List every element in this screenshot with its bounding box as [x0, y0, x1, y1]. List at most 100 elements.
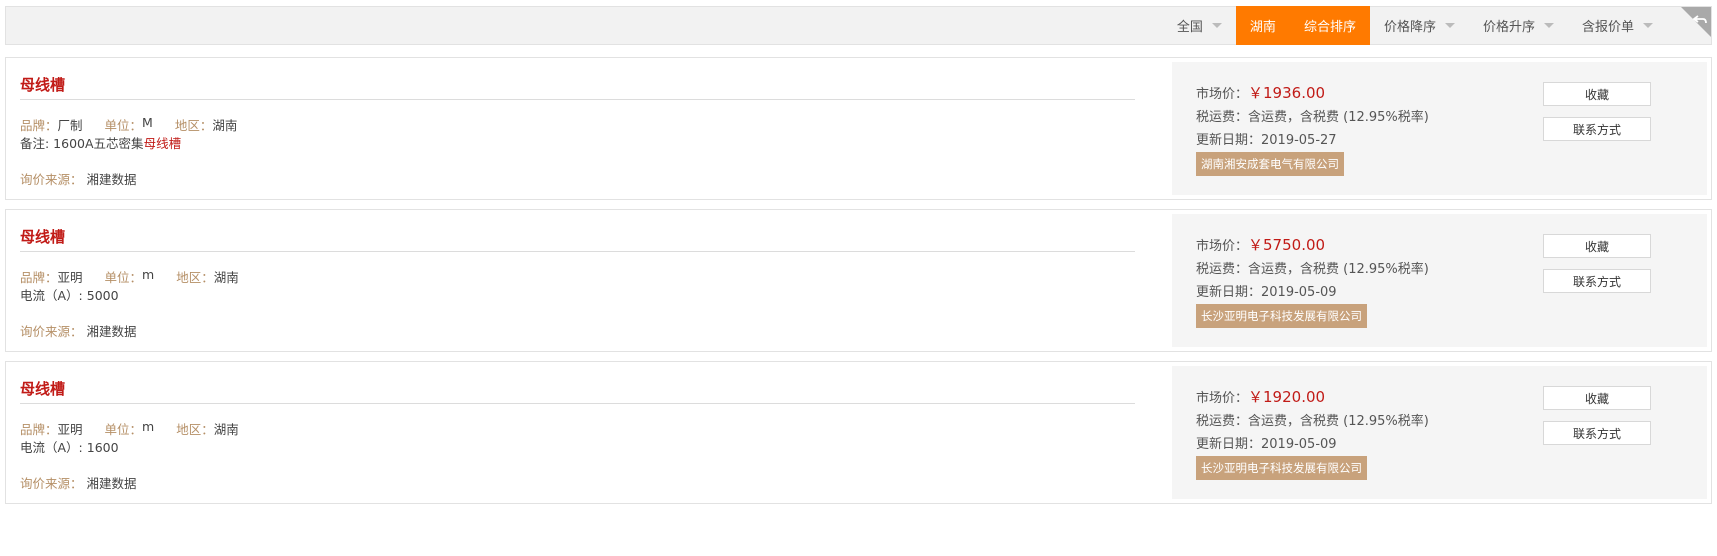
- brand-value: 亚明: [57, 270, 83, 285]
- updated-label: 更新日期：: [1196, 285, 1262, 300]
- shipping-tax-label: 税运费：: [1196, 414, 1249, 429]
- updated-label: 更新日期：: [1196, 437, 1262, 452]
- note-text: 电流（A）: 5000: [20, 288, 119, 303]
- source-value: 湘建数据: [86, 324, 137, 339]
- supplier-badge[interactable]: 湖南湘安成套电气有限公司: [1196, 152, 1344, 176]
- favorite-button[interactable]: 收藏: [1543, 234, 1651, 258]
- region-value: 湖南: [212, 118, 238, 133]
- brand-value: 亚明: [57, 422, 83, 437]
- filter-region-hunan[interactable]: 湖南: [1235, 6, 1290, 45]
- brand-value: 厂制: [57, 118, 83, 133]
- filter-label: 含报价单: [1581, 20, 1634, 35]
- filter-label: 湖南: [1249, 20, 1276, 35]
- unit-label: 单位：: [104, 118, 143, 133]
- shipping-tax-value: 含运费，含税费 (12.95%税率): [1248, 262, 1429, 277]
- filter-label: 综合排序: [1303, 20, 1356, 35]
- unit-label: 单位：: [104, 422, 143, 437]
- updated-value: 2019-05-09: [1261, 437, 1337, 452]
- region-value: 湖南: [213, 422, 239, 437]
- favorite-button[interactable]: 收藏: [1543, 82, 1651, 106]
- source-label: 询价来源：: [20, 324, 83, 339]
- filter-bar: 全国 湖南 综合排序 价格降序 价格升序 含报价单: [5, 6, 1712, 45]
- unit-value: m: [142, 419, 155, 434]
- market-price-label: 市场价：: [1196, 391, 1249, 406]
- favorite-button[interactable]: 收藏: [1543, 386, 1651, 410]
- back-arrow-icon[interactable]: [1681, 7, 1711, 37]
- sort-comprehensive[interactable]: 综合排序: [1289, 6, 1370, 45]
- market-price-value: ￥1920.00: [1248, 388, 1326, 406]
- brand-label: 品牌：: [20, 270, 58, 285]
- market-price-row: 市场价：￥1936.00: [1196, 82, 1325, 103]
- source-value: 湘建数据: [86, 476, 137, 491]
- shipping-tax-row: 税运费：含运费，含税费 (12.95%税率): [1196, 410, 1429, 429]
- price-panel: 市场价：￥1920.00 税运费：含运费，含税费 (12.95%税率) 更新日期…: [1172, 366, 1707, 499]
- filter-label: 价格升序: [1482, 20, 1535, 35]
- divider: [20, 251, 1135, 252]
- shipping-tax-value: 含运费，含税费 (12.95%税率): [1248, 414, 1429, 429]
- inquiry-source: 询价来源： 湘建数据: [20, 169, 137, 188]
- filter-options: 全国 湖南 综合排序 价格降序 价格升序 含报价单: [1163, 6, 1667, 45]
- unit-value: m: [142, 267, 155, 282]
- contact-button[interactable]: 联系方式: [1543, 117, 1651, 141]
- product-name[interactable]: 母线槽: [20, 226, 65, 247]
- unit-value: M: [142, 115, 153, 130]
- filter-label: 全国: [1176, 20, 1203, 35]
- brand-label: 品牌：: [20, 118, 58, 133]
- filter-label: 价格降序: [1383, 20, 1436, 35]
- product-card: 母线槽 品牌： 亚明 单位： m 地区： 湖南 电流（A）: 5000 询价来源…: [5, 209, 1712, 352]
- product-meta: 品牌： 亚明 单位： m 地区： 湖南: [20, 419, 261, 438]
- product-note: 备注: 1600A五芯密集母线槽: [20, 133, 181, 152]
- market-price-row: 市场价：￥5750.00: [1196, 234, 1325, 255]
- divider: [20, 99, 1135, 100]
- shipping-tax-row: 税运费：含运费，含税费 (12.95%税率): [1196, 258, 1429, 277]
- updated-row: 更新日期：2019-05-09: [1196, 433, 1337, 452]
- source-value: 湘建数据: [86, 172, 137, 187]
- product-note: 电流（A）: 5000: [20, 285, 119, 304]
- shipping-tax-value: 含运费，含税费 (12.95%税率): [1248, 110, 1429, 125]
- inquiry-source: 询价来源： 湘建数据: [20, 473, 137, 492]
- sort-price-desc[interactable]: 价格降序: [1370, 6, 1469, 45]
- region-label: 地区：: [176, 422, 214, 437]
- market-price-label: 市场价：: [1196, 239, 1249, 254]
- product-card: 母线槽 品牌： 厂制 单位： M 地区： 湖南 备注: 1600A五芯密集母线槽…: [5, 57, 1712, 200]
- product-meta: 品牌： 亚明 单位： m 地区： 湖南: [20, 267, 261, 286]
- market-price-row: 市场价：￥1920.00: [1196, 386, 1325, 407]
- brand-label: 品牌：: [20, 422, 58, 437]
- product-name[interactable]: 母线槽: [20, 74, 65, 95]
- note-text: 电流（A）: 1600: [20, 440, 119, 455]
- source-label: 询价来源：: [20, 172, 83, 187]
- contact-button[interactable]: 联系方式: [1543, 421, 1651, 445]
- updated-value: 2019-05-09: [1261, 285, 1337, 300]
- supplier-badge[interactable]: 长沙亚明电子科技发展有限公司: [1196, 304, 1367, 328]
- market-price-value: ￥5750.00: [1248, 236, 1326, 254]
- unit-label: 单位：: [104, 270, 143, 285]
- updated-row: 更新日期：2019-05-27: [1196, 129, 1337, 148]
- filter-region-national[interactable]: 全国: [1163, 6, 1236, 45]
- filter-has-quote[interactable]: 含报价单: [1568, 6, 1667, 45]
- product-note: 电流（A）: 1600: [20, 437, 119, 456]
- market-price-label: 市场价：: [1196, 87, 1249, 102]
- updated-value: 2019-05-27: [1261, 133, 1337, 148]
- note-text: 备注: 1600A五芯密集: [20, 136, 144, 151]
- shipping-tax-row: 税运费：含运费，含税费 (12.95%税率): [1196, 106, 1429, 125]
- caret-down-icon: [1543, 23, 1554, 28]
- updated-label: 更新日期：: [1196, 133, 1262, 148]
- note-highlight: 母线槽: [143, 136, 182, 151]
- product-name[interactable]: 母线槽: [20, 378, 65, 399]
- sort-price-asc[interactable]: 价格升序: [1469, 6, 1568, 45]
- source-label: 询价来源：: [20, 476, 83, 491]
- product-card: 母线槽 品牌： 亚明 单位： m 地区： 湖南 电流（A）: 1600 询价来源…: [5, 361, 1712, 504]
- product-meta: 品牌： 厂制 单位： M 地区： 湖南: [20, 115, 259, 134]
- divider: [20, 403, 1135, 404]
- region-label: 地区：: [176, 270, 214, 285]
- inquiry-source: 询价来源： 湘建数据: [20, 321, 137, 340]
- supplier-badge[interactable]: 长沙亚明电子科技发展有限公司: [1196, 456, 1367, 480]
- caret-down-icon: [1211, 23, 1222, 28]
- market-price-value: ￥1936.00: [1248, 84, 1326, 102]
- caret-down-icon: [1444, 23, 1455, 28]
- caret-down-icon: [1643, 23, 1653, 28]
- shipping-tax-label: 税运费：: [1196, 110, 1249, 125]
- contact-button[interactable]: 联系方式: [1543, 269, 1651, 293]
- shipping-tax-label: 税运费：: [1196, 262, 1249, 277]
- price-panel: 市场价：￥5750.00 税运费：含运费，含税费 (12.95%税率) 更新日期…: [1172, 214, 1707, 347]
